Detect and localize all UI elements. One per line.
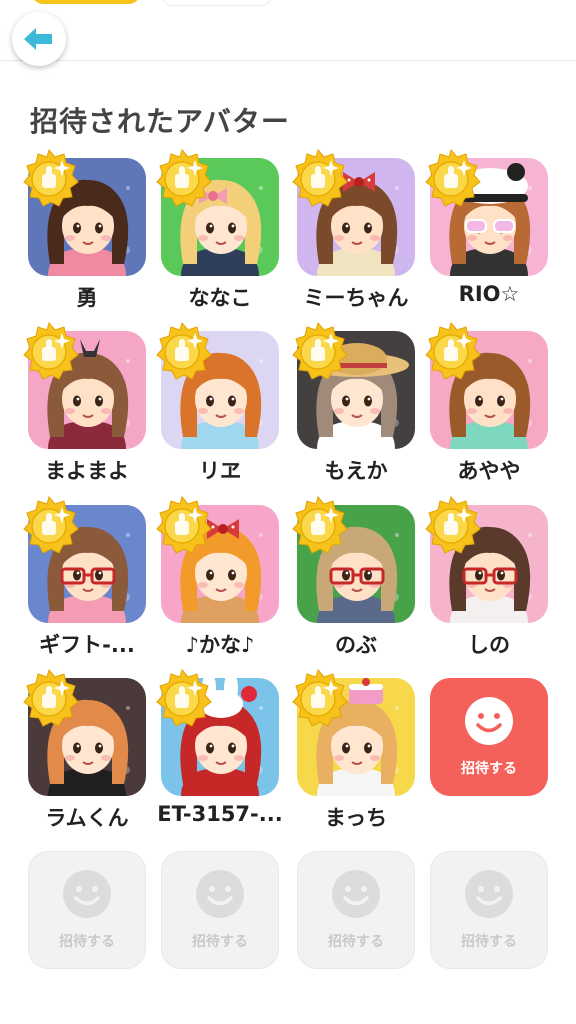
avatar-name: ななこ [188,286,252,310]
invite-slot-label: 招待する [461,934,517,950]
back-arrow-icon [24,28,52,50]
smiley-icon [464,696,514,750]
avatar-name: RIO☆ [458,282,520,306]
avatar-name: もえか [324,459,388,483]
avatar-name: リヱ [199,459,241,483]
gold-medal-icon [18,495,80,557]
gold-medal-icon [18,668,80,730]
avatar-name: あやや [457,459,521,483]
gold-medal-icon [420,148,482,210]
gold-medal-icon [420,495,482,557]
avatar-name: 勇 [76,286,98,310]
gold-medal-icon [151,148,213,210]
smiley-icon [331,869,381,923]
avatar-name: ラムくん [45,806,129,830]
gold-medal-icon [151,668,213,730]
avatar-name: しの [468,633,510,657]
invite-slot-placeholder[interactable]: 招待する [161,851,279,969]
invite-slot-placeholder[interactable]: 招待する [28,851,146,969]
smiley-icon [62,869,112,923]
avatar-name: ギフト-... [39,633,135,657]
avatar-name: ET-3157-... [157,802,283,826]
invite-slot-placeholder[interactable]: 招待する [297,851,415,969]
gold-medal-icon [287,321,349,383]
invite-button-label: 招待する [461,761,517,777]
avatar-name: ミーちゃん [303,286,409,310]
invite-slot-placeholder[interactable]: 招待する [430,851,548,969]
section-title: 招待されたアバター [30,105,290,138]
tab-pill-inactive[interactable] [162,0,272,6]
gold-medal-icon [287,668,349,730]
avatar-name: まよまよ [45,459,129,483]
smiley-icon [464,869,514,923]
gold-medal-icon [151,321,213,383]
gold-medal-icon [420,321,482,383]
gold-medal-icon [18,148,80,210]
avatar-name: まっち [324,806,388,830]
back-button[interactable] [12,12,66,66]
invite-button[interactable]: 招待する [430,678,548,796]
gold-medal-icon [151,495,213,557]
invite-slot-label: 招待する [328,934,384,950]
gold-medal-icon [287,495,349,557]
smiley-icon [195,869,245,923]
gold-medal-icon [18,321,80,383]
invite-slot-label: 招待する [59,934,115,950]
invite-slot-label: 招待する [192,934,248,950]
avatar-name: ♪かな♪ [185,633,255,657]
avatar-name: のぶ [335,633,377,657]
top-bar [0,0,576,66]
tab-pill-active[interactable] [32,0,140,4]
gold-medal-icon [287,148,349,210]
